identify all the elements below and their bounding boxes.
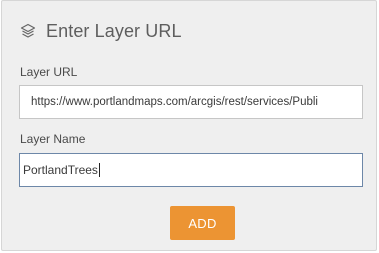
add-layer-panel: Enter Layer URL Layer URL https://www.po… <box>1 0 377 251</box>
layer-name-value: PortlandTrees <box>23 163 98 177</box>
layer-name-field[interactable]: PortlandTrees <box>19 153 363 187</box>
layers-icon <box>20 23 36 38</box>
add-button[interactable]: ADD <box>170 206 235 240</box>
panel-header: Enter Layer URL <box>19 19 182 43</box>
layer-name-label: Layer Name <box>20 132 86 146</box>
layer-url-label: Layer URL <box>20 65 78 79</box>
layer-url-value: https://www.portlandmaps.com/arcgis/rest… <box>31 96 318 108</box>
layer-url-field[interactable]: https://www.portlandmaps.com/arcgis/rest… <box>19 85 363 119</box>
panel-title: Enter Layer URL <box>46 20 182 41</box>
text-caret <box>98 163 100 177</box>
